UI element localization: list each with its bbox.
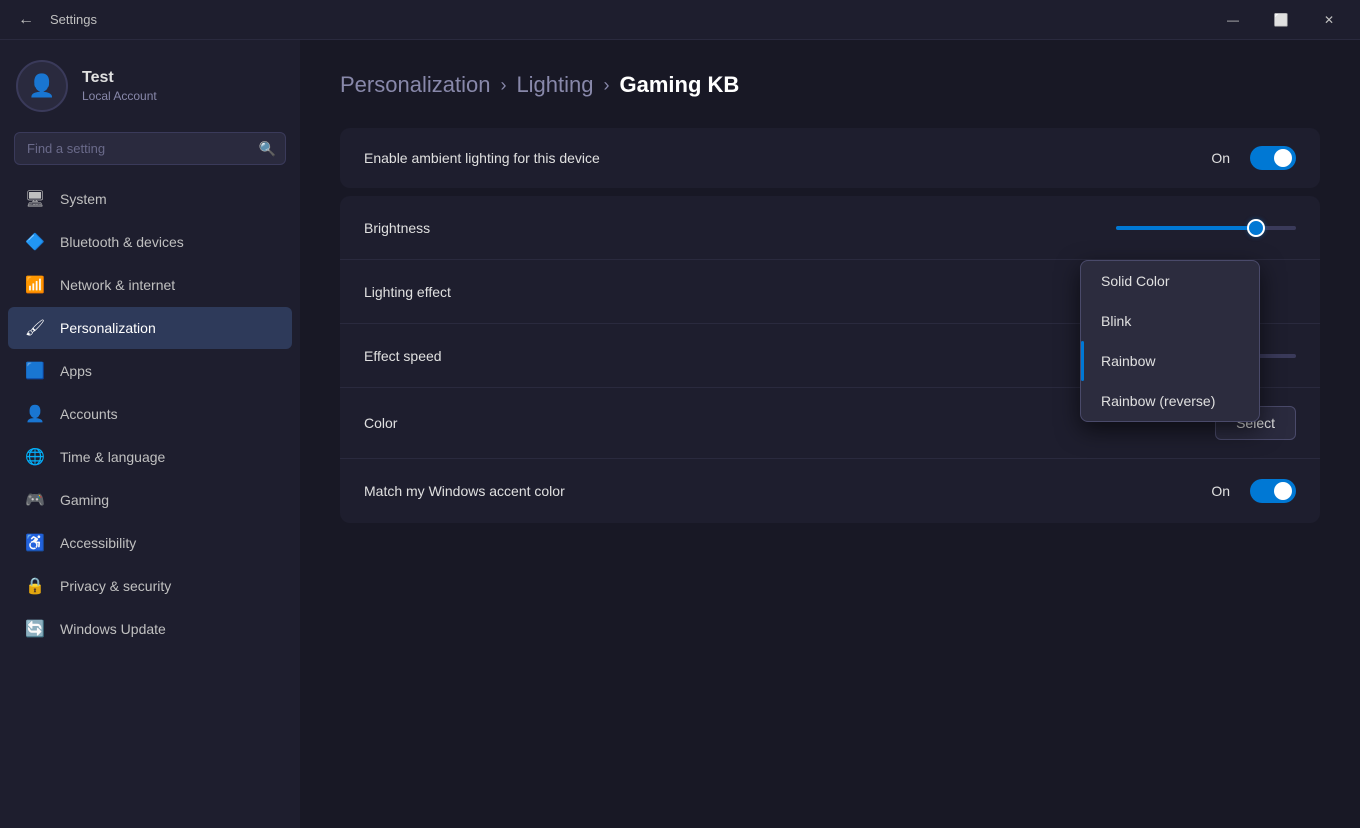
settings-card: Brightness Lighting effect Solid Color: [340, 196, 1320, 523]
sidebar-item-bluetooth[interactable]: 🔷 Bluetooth & devices: [8, 221, 292, 263]
sidebar-item-time[interactable]: 🌐 Time & language: [8, 436, 292, 478]
brightness-row: Brightness: [340, 196, 1320, 260]
back-button[interactable]: ←: [12, 6, 40, 34]
user-name: Test: [82, 69, 157, 87]
breadcrumb-lighting[interactable]: Lighting: [516, 72, 593, 98]
minimize-button[interactable]: —: [1210, 4, 1256, 36]
lighting-effect-row: Lighting effect Solid Color Blink Rainbo…: [340, 260, 1320, 324]
system-icon: 🖥: [24, 188, 46, 210]
enable-ambient-toggle[interactable]: [1250, 146, 1296, 170]
sidebar-item-label-gaming: Gaming: [60, 492, 109, 508]
maximize-button[interactable]: ⬜: [1258, 4, 1304, 36]
sidebar-item-apps[interactable]: 🟦 Apps: [8, 350, 292, 392]
brightness-slider-track[interactable]: [1116, 226, 1296, 230]
brightness-slider-fill: [1116, 226, 1256, 230]
sidebar-item-privacy[interactable]: 🔒 Privacy & security: [8, 565, 292, 607]
nav-list: 🖥 System 🔷 Bluetooth & devices 📶 Network & in…: [0, 177, 300, 651]
search-bar: 🔍: [14, 132, 286, 165]
time-icon: 🌐: [24, 446, 46, 468]
dropdown-item-blink-label: Blink: [1101, 313, 1131, 329]
breadcrumb-personalization[interactable]: Personalization: [340, 72, 490, 98]
sidebar-item-label-accounts: Accounts: [60, 406, 118, 422]
privacy-icon: 🔒: [24, 575, 46, 597]
accounts-icon: 👤: [24, 403, 46, 425]
bluetooth-icon: 🔷: [24, 231, 46, 253]
sidebar-item-accessibility[interactable]: ♿ Accessibility: [8, 522, 292, 564]
accent-color-toggle[interactable]: [1250, 479, 1296, 503]
sidebar-item-label-privacy: Privacy & security: [60, 578, 171, 594]
user-profile: 👤 Test Local Account: [0, 40, 300, 128]
sidebar-item-gaming[interactable]: 🎮 Gaming: [8, 479, 292, 521]
app-container: 👤 Test Local Account 🔍 🖥 System 🔷 Bluetooth…: [0, 40, 1360, 828]
lighting-effect-dropdown[interactable]: Solid Color Blink Rainbow Rainbow (rever…: [1080, 260, 1260, 422]
dropdown-item-rainbow-reverse-label: Rainbow (reverse): [1101, 393, 1215, 409]
dropdown-item-rainbow-label: Rainbow: [1101, 353, 1155, 369]
enable-ambient-toggle-label: On: [1211, 150, 1230, 166]
title-bar-controls: — ⬜ ✕: [1210, 4, 1352, 36]
sidebar-item-label-system: System: [60, 191, 107, 207]
sidebar-item-label-windowsupdate: Windows Update: [60, 621, 166, 637]
sidebar-item-system[interactable]: 🖥 System: [8, 178, 292, 220]
apps-icon: 🟦: [24, 360, 46, 382]
color-label: Color: [364, 415, 397, 431]
sidebar-item-label-apps: Apps: [60, 363, 92, 379]
dropdown-item-blink[interactable]: Blink: [1081, 301, 1259, 341]
breadcrumb: Personalization › Lighting › Gaming KB: [340, 72, 1320, 98]
accessibility-icon: ♿: [24, 532, 46, 554]
sidebar-item-label-network: Network & internet: [60, 277, 175, 293]
network-icon: 📶: [24, 274, 46, 296]
brightness-label: Brightness: [364, 220, 430, 236]
sidebar-item-label-bluetooth: Bluetooth & devices: [60, 234, 184, 250]
dropdown-item-solid-color-label: Solid Color: [1101, 273, 1169, 289]
dropdown-item-solid-color[interactable]: Solid Color: [1081, 261, 1259, 301]
sidebar-item-label-accessibility: Accessibility: [60, 535, 136, 551]
user-info: Test Local Account: [82, 69, 157, 103]
sidebar: 👤 Test Local Account 🔍 🖥 System 🔷 Bluetooth…: [0, 40, 300, 828]
breadcrumb-sep-1: ›: [500, 75, 506, 96]
user-subtitle: Local Account: [82, 89, 157, 103]
enable-ambient-row: Enable ambient lighting for this device …: [340, 128, 1320, 188]
breadcrumb-sep-2: ›: [604, 75, 610, 96]
windowsupdate-icon: 🔄: [24, 618, 46, 640]
sidebar-item-personalization[interactable]: 🖌 Personalization: [8, 307, 292, 349]
search-icon: 🔍: [259, 140, 276, 157]
dropdown-item-rainbow-reverse[interactable]: Rainbow (reverse): [1081, 381, 1259, 421]
lighting-effect-label: Lighting effect: [364, 284, 451, 300]
gaming-icon: 🎮: [24, 489, 46, 511]
sidebar-item-network[interactable]: 📶 Network & internet: [8, 264, 292, 306]
avatar: 👤: [16, 60, 68, 112]
breadcrumb-gaming-kb: Gaming KB: [620, 72, 740, 98]
sidebar-item-label-personalization: Personalization: [60, 320, 156, 336]
enable-ambient-toggle-group: On: [1211, 146, 1296, 170]
enable-ambient-label: Enable ambient lighting for this device: [364, 150, 600, 166]
accent-toggle-label: On: [1211, 483, 1230, 499]
close-button[interactable]: ✕: [1306, 4, 1352, 36]
main-content: Personalization › Lighting › Gaming KB E…: [300, 40, 1360, 828]
brightness-slider-container: [1116, 226, 1296, 230]
brightness-slider-thumb[interactable]: [1247, 219, 1265, 237]
personalization-icon: 🖌: [24, 317, 46, 339]
title-bar-left: ← Settings: [12, 6, 97, 34]
sidebar-item-label-time: Time & language: [60, 449, 165, 465]
dropdown-item-rainbow[interactable]: Rainbow: [1081, 341, 1259, 381]
accent-color-label: Match my Windows accent color: [364, 483, 565, 499]
accent-toggle-group: On: [1211, 479, 1296, 503]
search-input[interactable]: [14, 132, 286, 165]
effect-speed-label: Effect speed: [364, 348, 442, 364]
accent-color-row: Match my Windows accent color On: [340, 459, 1320, 523]
sidebar-item-windowsupdate[interactable]: 🔄 Windows Update: [8, 608, 292, 650]
title-bar: ← Settings — ⬜ ✕: [0, 0, 1360, 40]
window-title: Settings: [50, 12, 97, 27]
sidebar-item-accounts[interactable]: 👤 Accounts: [8, 393, 292, 435]
